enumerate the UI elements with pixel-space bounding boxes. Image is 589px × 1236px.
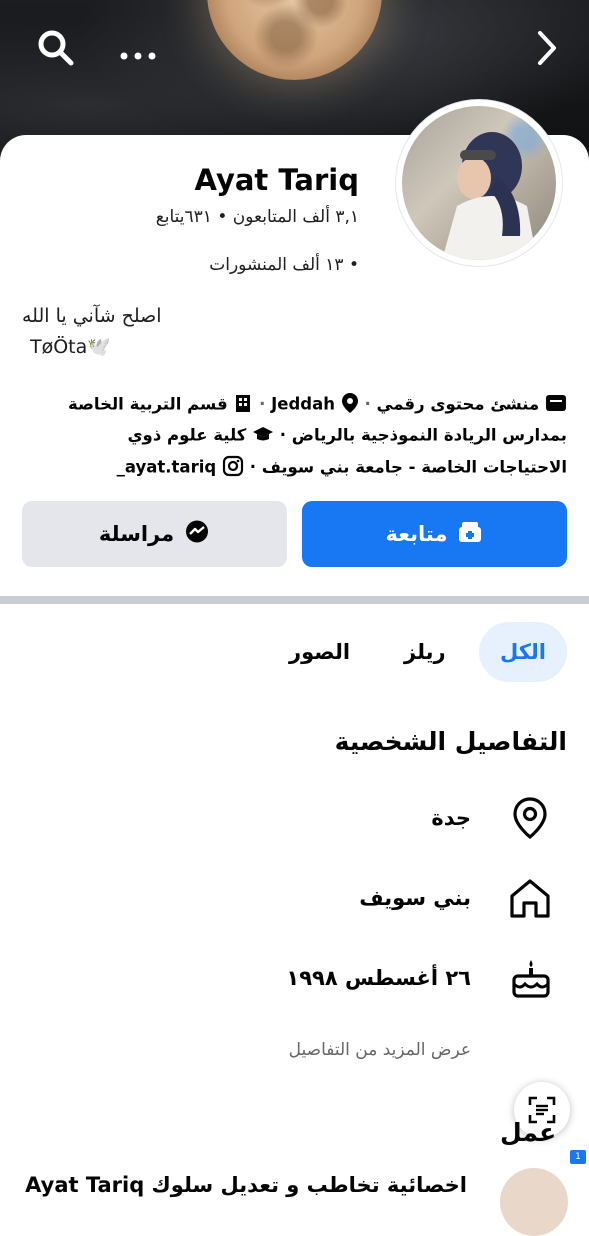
posts-count[interactable]: • ١٣ ألف المنشورات (209, 255, 359, 275)
search-icon[interactable] (36, 28, 76, 74)
intro-city[interactable]: Jeddah (271, 395, 335, 414)
intro-line-3: الاحتياجات الخاصة - جامعة بني سويف · aya… (117, 455, 567, 481)
intro-school: بمدارس الريادة النموذجية بالرياض · (279, 425, 567, 445)
follow-label: متابعة (385, 522, 448, 546)
intro-line-2: بمدارس الريادة النموذجية بالرياض · كلية … (127, 425, 567, 447)
followers-following[interactable]: ٣,١ ألف المتابعون • ٦٣١يتابع (156, 207, 359, 227)
location-pin-icon (510, 796, 550, 840)
cover-moon-image (207, 0, 382, 80)
location-pin-icon (341, 392, 359, 418)
see-more-details-link[interactable]: عرض المزيد من التفاصيل (289, 1040, 471, 1060)
tab-reels[interactable]: ريلز (404, 640, 446, 664)
follow-button[interactable]: متابعة (302, 501, 567, 567)
tab-all[interactable]: الكل (479, 622, 567, 682)
intro-creator: منشئ محتوى رقمي (376, 394, 540, 414)
graduation-cap-icon (252, 425, 274, 447)
work-section-title: عمل (500, 1118, 557, 1147)
tab-photos[interactable]: الصور (289, 640, 350, 664)
bio-line-1: اصلح شآني يا الله (22, 305, 162, 327)
avatar[interactable] (402, 106, 556, 260)
section-divider (0, 596, 589, 604)
add-friend-icon (457, 520, 483, 549)
intro-university[interactable]: الاحتياجات الخاصة - جامعة بني سويف · (250, 458, 567, 477)
instagram-icon (222, 455, 244, 481)
message-button[interactable]: مراسلة (22, 501, 287, 567)
intro-education[interactable]: كلية علوم ذوي (127, 426, 246, 445)
details-title: التفاصيل الشخصية (334, 727, 567, 756)
video-icon (545, 394, 567, 416)
notification-badge: 1 (570, 1150, 586, 1164)
chevron-right-icon[interactable] (535, 28, 559, 74)
building-icon (233, 393, 253, 417)
detail-location: جدة (431, 806, 471, 830)
bio-line-2: TøÖta🕊️ (30, 336, 111, 358)
messenger-icon (184, 519, 210, 550)
work-thumbnail[interactable] (500, 1168, 568, 1236)
work-entry[interactable]: اخصائية تخاطب و تعديل سلوك Ayat Tariq (25, 1173, 467, 1197)
birthday-cake-icon (510, 956, 550, 998)
home-icon (508, 876, 550, 918)
intro-line-1: منشئ محتوى رقمي · Jeddah · قسم التربية ا… (68, 392, 567, 418)
detail-birthday: ٢٦ أغسطس ١٩٩٨ (286, 966, 471, 990)
instagram-handle[interactable]: ayat.tariq_ (117, 458, 217, 477)
more-icon[interactable] (118, 38, 158, 72)
detail-hometown: بني سويف (359, 886, 471, 910)
message-label: مراسلة (98, 522, 175, 546)
intro-department: قسم التربية الخاصة (67, 394, 228, 414)
profile-name: Ayat Tariq (194, 163, 359, 197)
